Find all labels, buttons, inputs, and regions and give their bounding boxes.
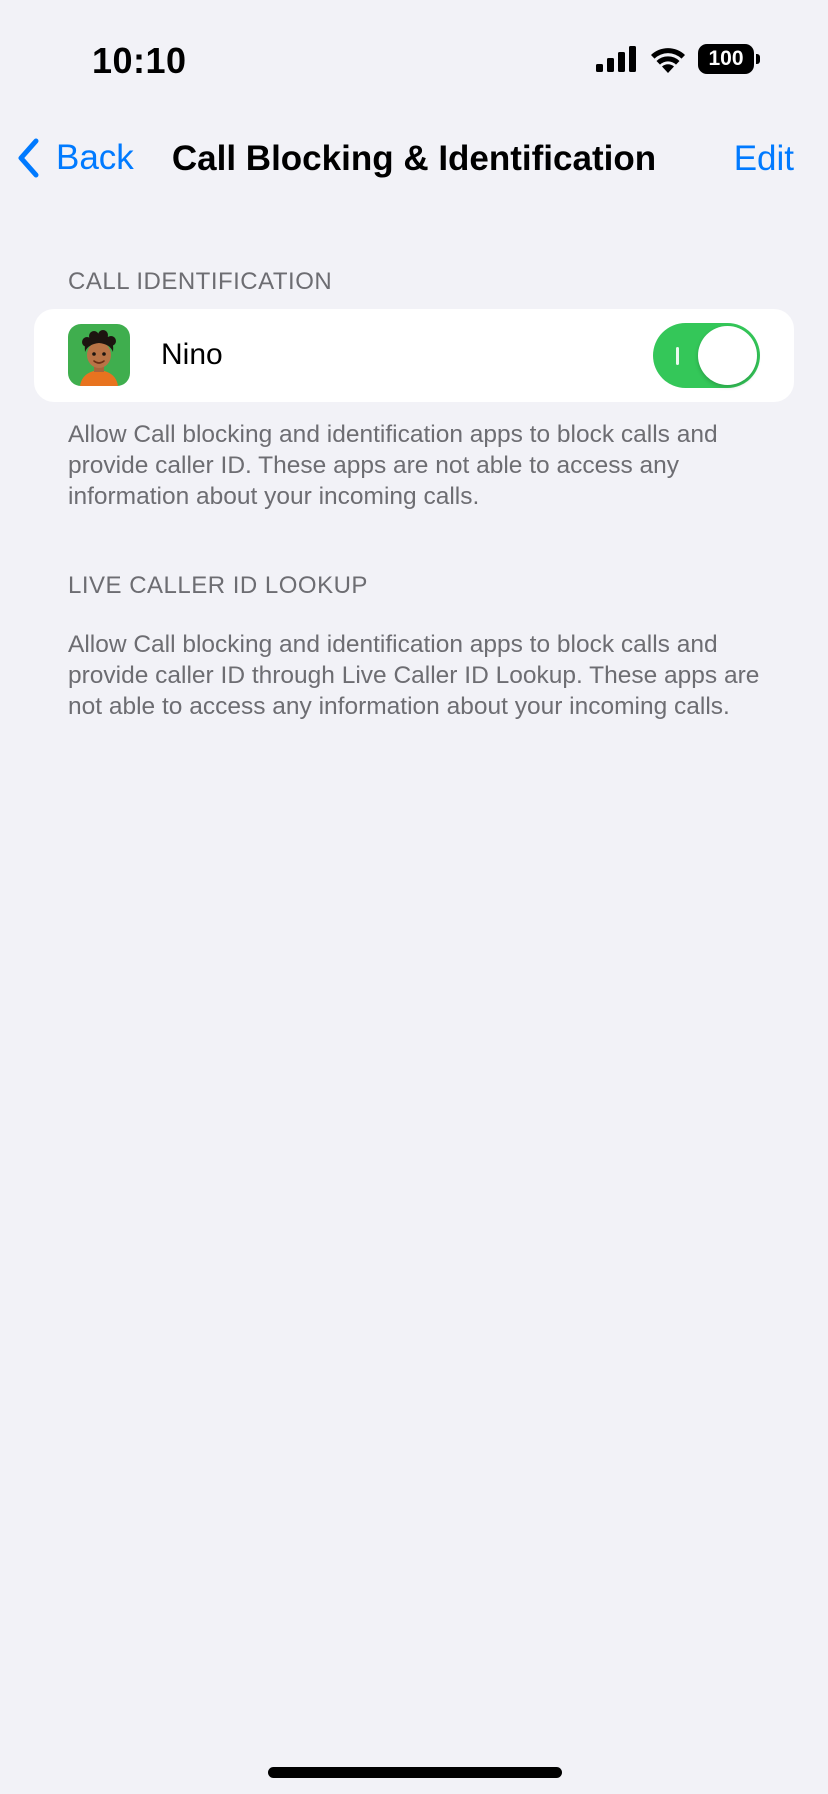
- section-header-live-caller-id: LIVE CALLER ID LOOKUP: [68, 572, 368, 599]
- toggle-knob: [698, 326, 757, 385]
- edit-button[interactable]: Edit: [734, 139, 794, 179]
- section-header-call-identification: CALL IDENTIFICATION: [68, 268, 333, 295]
- toggle-on-indicator: [676, 347, 679, 365]
- status-time: 10:10: [92, 40, 187, 81]
- battery-tip: [756, 54, 760, 64]
- nino-toggle[interactable]: [653, 323, 760, 388]
- wifi-icon: [651, 47, 685, 73]
- navigation-bar: Back Call Blocking & Identification Edit: [0, 120, 828, 200]
- call-identification-list: Nino: [34, 309, 794, 402]
- app-name: Nino: [161, 338, 223, 371]
- home-indicator[interactable]: [268, 1767, 562, 1778]
- battery-level: 100: [698, 44, 754, 74]
- live-caller-id-footer: Allow Call blocking and identification a…: [68, 631, 760, 720]
- status-bar: 10:10 100: [0, 0, 828, 120]
- call-identification-footer: Allow Call blocking and identification a…: [68, 421, 718, 510]
- battery-icon: 100: [698, 44, 760, 74]
- status-icons: 100: [596, 44, 760, 74]
- page-title: Call Blocking & Identification: [171, 139, 657, 178]
- cellular-signal-icon: [596, 46, 636, 72]
- nino-app-icon: [68, 324, 130, 386]
